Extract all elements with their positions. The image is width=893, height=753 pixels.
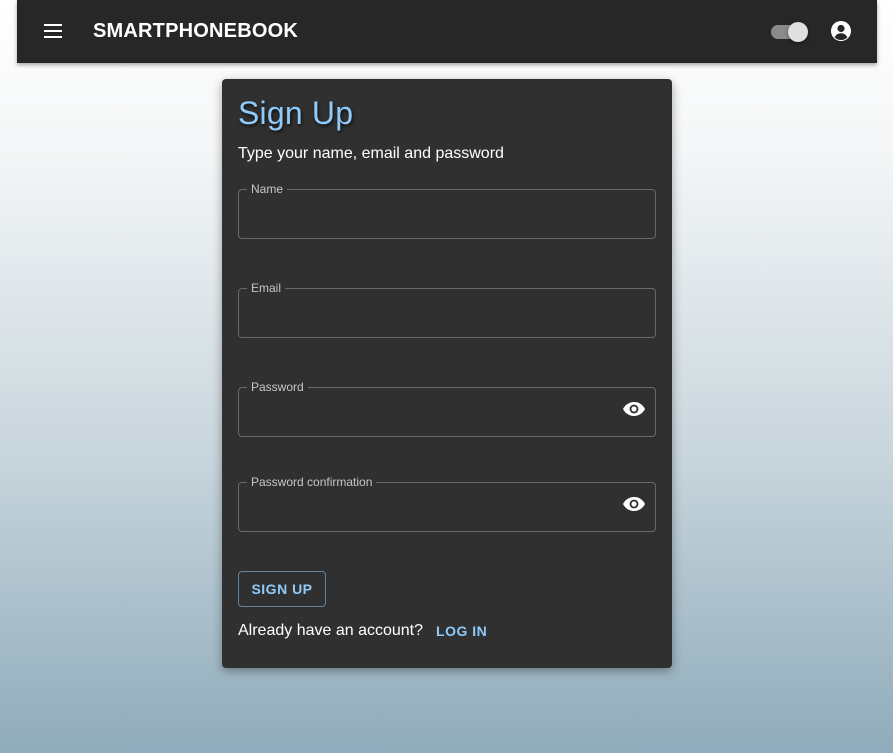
password-confirmation-field: Password confirmation — [238, 476, 656, 532]
page-title: Sign Up — [238, 95, 354, 131]
password-confirmation-field-label: Password confirmation — [251, 475, 373, 489]
signup-card: Sign Up Type your name, email and passwo… — [222, 79, 672, 668]
password-field-label: Password — [251, 380, 304, 394]
eye-icon[interactable] — [622, 493, 646, 515]
email-field: Email — [238, 282, 656, 338]
account-circle-icon[interactable] — [830, 20, 852, 42]
password-input[interactable] — [239, 393, 635, 425]
password-field: Password — [238, 381, 656, 437]
form-subtitle: Type your name, email and password — [238, 145, 504, 162]
name-field: Name — [238, 183, 656, 239]
email-input[interactable] — [239, 294, 635, 326]
menu-icon[interactable] — [43, 21, 63, 41]
sign-up-button[interactable]: SIGN UP — [238, 571, 326, 607]
app-title: SMARTPHONEBOOK — [93, 20, 299, 42]
app-bar: SMARTPHONEBOOK — [17, 0, 877, 63]
login-prompt: Already have an account? LOG IN — [238, 622, 487, 640]
theme-toggle-switch[interactable] — [771, 21, 809, 43]
eye-icon[interactable] — [622, 398, 646, 420]
toggle-thumb — [788, 22, 808, 42]
email-field-label: Email — [251, 281, 282, 295]
name-field-label: Name — [251, 182, 284, 196]
password-confirmation-input[interactable] — [239, 488, 635, 520]
name-input[interactable] — [239, 195, 635, 227]
login-prompt-text: Already have an account? — [238, 622, 424, 639]
log-in-link[interactable]: LOG IN — [436, 623, 487, 639]
